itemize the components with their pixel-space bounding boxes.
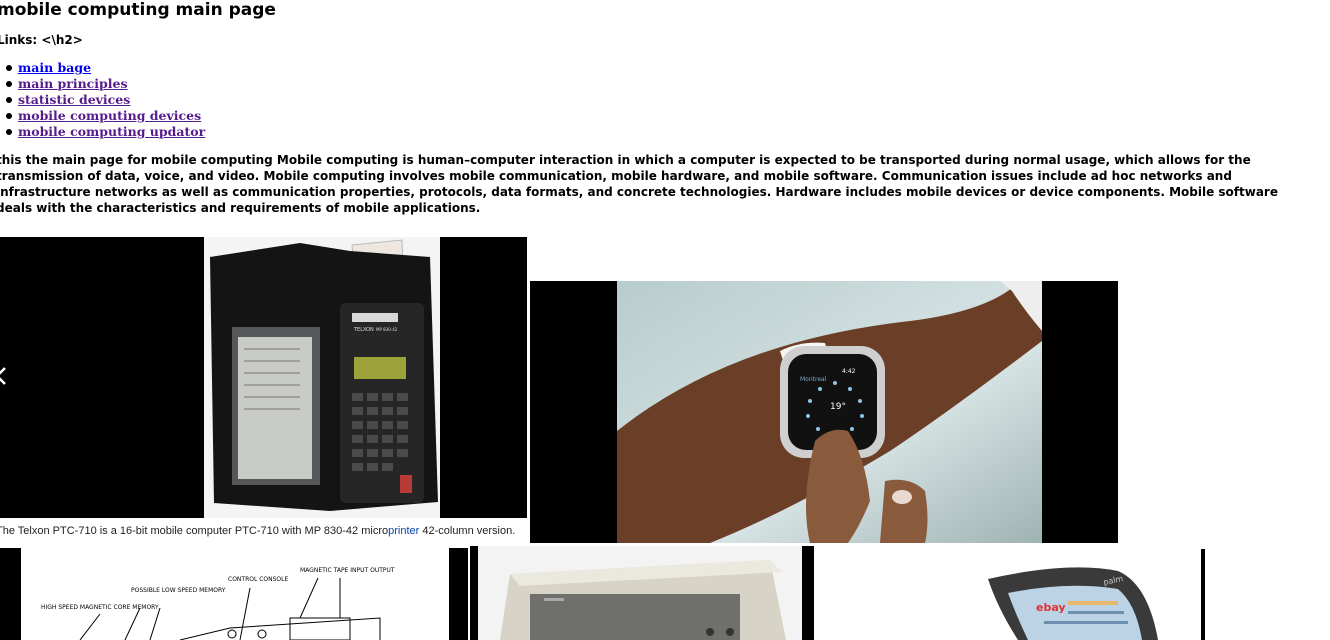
device-model: MP 830-42 [376, 327, 398, 332]
nav-item-mobile-computing-devices: mobile computing devices [0, 108, 205, 124]
intro-paragraph: this the main page for mobile computing … [0, 153, 1278, 215]
nav-item-mobile-computing-updator: mobile computing updator [0, 124, 205, 140]
nav-item-main-bage: main bage [0, 60, 205, 76]
diagram-label-low-speed: POSSIBLE LOW SPEED MEMORY [131, 587, 226, 594]
chevron-left-icon[interactable] [0, 366, 8, 386]
caption-suffix: 42-column version. [419, 525, 516, 537]
page-title: mobile computing main page [0, 0, 276, 20]
link-mobile-computing-updator[interactable]: mobile computing updator [18, 124, 205, 139]
palm-pda-photo: palm ebay [818, 549, 1205, 640]
link-main-bage[interactable]: main bage [18, 60, 91, 75]
caption-text: The Telxon PTC-710 is a 16-bit mobile co… [0, 525, 389, 537]
links-label: Links: <\h2> [0, 33, 83, 47]
terminal-photo [470, 546, 814, 640]
diagram-label-core-memory: HIGH SPEED MAGNETIC CORE MEMORY [41, 604, 159, 611]
watch-time: 4:42 [842, 368, 856, 375]
smartwatch-photo: Montreal 4:42 19° [530, 281, 1118, 543]
watch-temp: 19° [830, 402, 846, 412]
nav-item-main-principles: main principles [0, 76, 205, 92]
pda-screen-logo: ebay [1036, 601, 1066, 614]
nav-links-list: main bage main principles statistic devi… [0, 60, 205, 140]
watch-city: Montreal [800, 376, 827, 383]
link-main-principles[interactable]: main principles [18, 76, 128, 91]
link-mobile-computing-devices[interactable]: mobile computing devices [18, 108, 201, 123]
caption-printer-link[interactable]: printer [388, 525, 419, 537]
diagram-label-console: CONTROL CONSOLE [228, 576, 288, 583]
device-brand: TELXON [353, 327, 374, 333]
nav-item-statistic-devices: statistic devices [0, 92, 205, 108]
telxon-caption: The Telxon PTC-710 is a 16-bit mobile co… [0, 525, 515, 537]
diagram-label-tape: MAGNETIC TAPE INPUT OUTPUT [300, 567, 395, 574]
link-statistic-devices[interactable]: statistic devices [18, 92, 130, 107]
computer-diagram-photo: POSSIBLE LOW SPEED MEMORY CONTROL CONSOL… [0, 548, 468, 640]
telxon-device-photo: TELXON MP 830-42 [0, 237, 527, 518]
